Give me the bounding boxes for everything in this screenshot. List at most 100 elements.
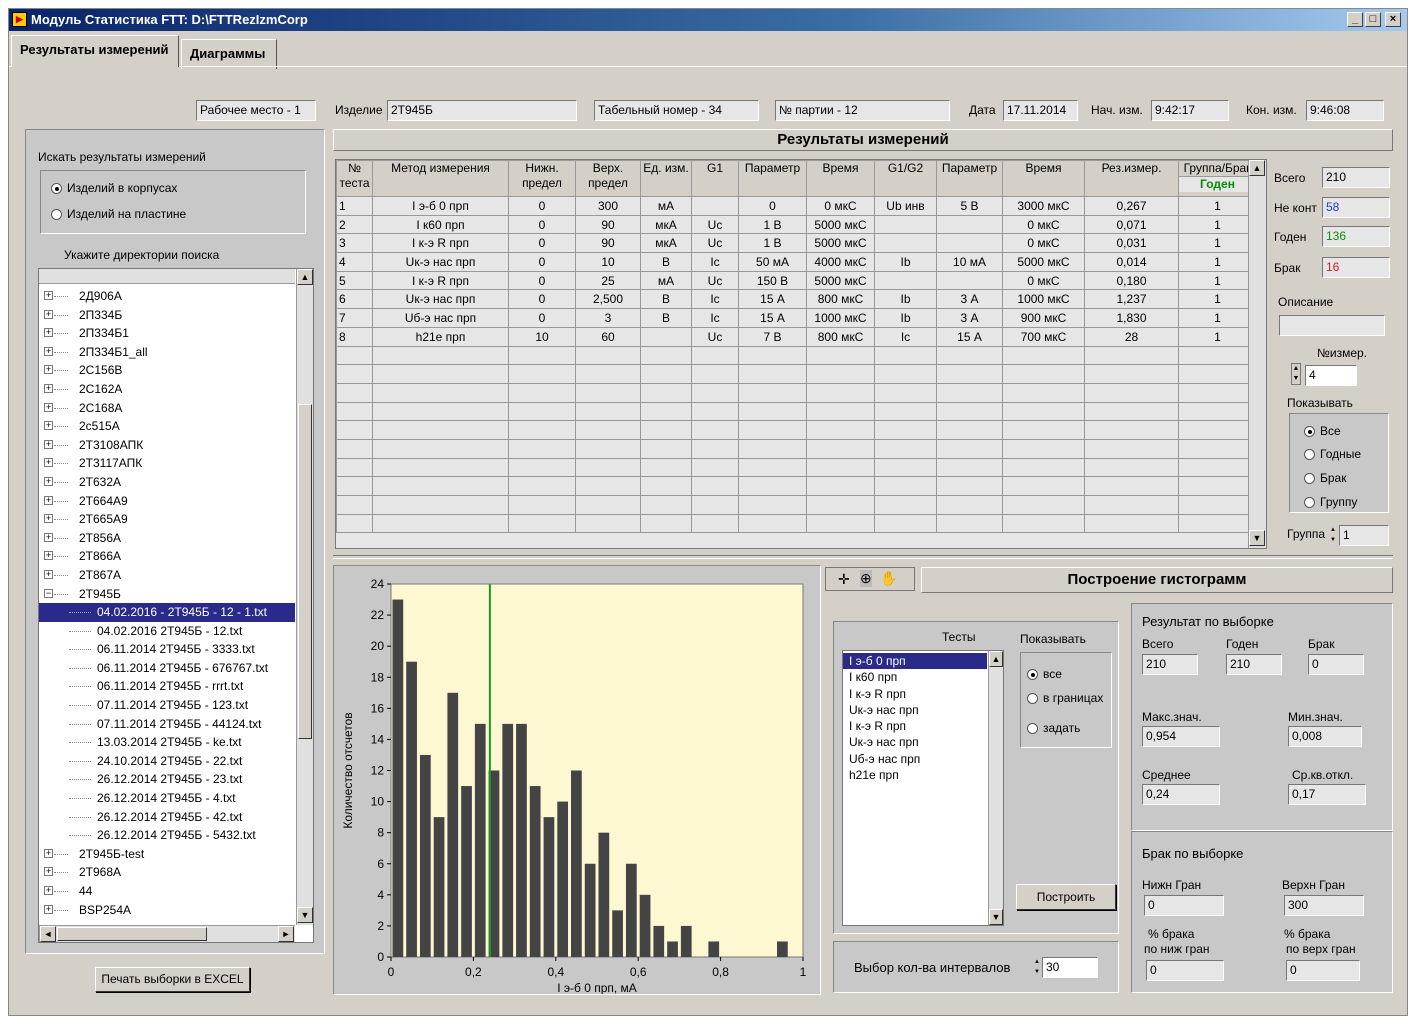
test-list-item[interactable]: I к60 прп bbox=[843, 669, 987, 685]
test-list-item[interactable]: Uк-э нас прп bbox=[843, 734, 987, 750]
table-row[interactable] bbox=[336, 513, 1257, 534]
tree-file-item[interactable]: 24.10.2014 2Т945Б - 22.txt bbox=[39, 752, 295, 771]
hand-icon[interactable]: ✋ bbox=[880, 570, 897, 587]
tree-folder-item[interactable]: +2П334Б bbox=[39, 306, 295, 325]
zoom-icon[interactable]: ⊕ bbox=[860, 570, 872, 587]
table-row[interactable] bbox=[336, 382, 1257, 403]
tree-file-item[interactable]: 06.11.2014 2Т945Б - rrrt.txt bbox=[39, 677, 295, 696]
table-row[interactable]: 1I э-б 0 прп 0 300 мА 0 0 мкС Ub инв 5 В 3000 мк… bbox=[336, 196, 1257, 216]
tree-folder-item[interactable]: +2Т664А9 bbox=[39, 492, 295, 511]
expand-icon[interactable]: + bbox=[44, 476, 53, 486]
hist-bounds-radio[interactable] bbox=[1027, 693, 1038, 704]
tree-folder-item[interactable]: +2Т3108АПК bbox=[39, 436, 295, 455]
low-bound-field[interactable]: 0 bbox=[1144, 895, 1224, 916]
tab-diagrams[interactable]: Диаграммы bbox=[181, 39, 277, 69]
hist-set-radio[interactable] bbox=[1027, 723, 1038, 734]
tree-folder-item[interactable]: +2Т867А bbox=[39, 566, 295, 585]
table-row[interactable]: 7 Uб-э нас прп 0 3 В Ic 15 А 1000 мкС Ib 3 А 900 м… bbox=[336, 308, 1257, 328]
table-row[interactable]: 2I к60 прп 0 90 мкА Uc 1 В 5000 мкС 0 мкС 0,071 1 bbox=[336, 214, 1257, 235]
expand-icon[interactable]: + bbox=[44, 421, 53, 431]
table-row[interactable]: 4 Uк-э нас прп 0 10 В Ic 50 мА 4000 мкС Ib 10 мА 5… bbox=[336, 252, 1257, 272]
table-row[interactable] bbox=[336, 457, 1257, 478]
tree-folder-item[interactable]: +2Т866А bbox=[39, 547, 295, 566]
group-input[interactable]: 1 bbox=[1339, 525, 1389, 546]
results-scroll-down-icon[interactable]: ▼ bbox=[1249, 530, 1265, 546]
show-group-radio[interactable] bbox=[1304, 497, 1315, 508]
test-list-item[interactable]: I к-э R прп bbox=[843, 686, 987, 702]
build-button[interactable]: Построить bbox=[1016, 884, 1116, 910]
table-row[interactable]: 8 h21е прп 10 60 Uc 7 В 800 мкС Ic 15 А 700 мкС 28… bbox=[336, 326, 1257, 347]
tree-folder-item[interactable]: +2П334Б1_all bbox=[39, 343, 295, 362]
table-row[interactable] bbox=[336, 345, 1257, 366]
table-row[interactable] bbox=[336, 364, 1257, 384]
table-row[interactable] bbox=[336, 476, 1257, 496]
tree-file-item[interactable]: 26.12.2014 2Т945Б - 5432.txt bbox=[39, 826, 295, 845]
scroll-right-icon[interactable]: ► bbox=[278, 926, 294, 942]
expand-icon[interactable]: + bbox=[44, 867, 53, 877]
expand-icon[interactable]: + bbox=[44, 848, 53, 858]
scroll-down-icon[interactable]: ▼ bbox=[297, 907, 313, 923]
expand-icon[interactable]: + bbox=[44, 569, 53, 579]
tree-hscroll[interactable]: ◄ ► bbox=[39, 925, 295, 942]
meas-spinner-icon[interactable]: ▲ ▼ bbox=[1291, 363, 1301, 385]
tree-folder-item[interactable]: +2С168А bbox=[39, 399, 295, 418]
tree-folder-item[interactable]: + BSP254A bbox=[39, 901, 295, 920]
test-list-item[interactable]: Uк-э нас прп bbox=[843, 702, 987, 718]
tree-file-item[interactable]: 04.02.2016 2Т945Б - 12.txt bbox=[39, 622, 295, 641]
expand-icon[interactable]: + bbox=[44, 291, 53, 300]
radio-cases[interactable] bbox=[51, 183, 62, 194]
scroll-thumb[interactable] bbox=[298, 404, 312, 739]
tree-file-item[interactable]: 07.11.2014 2Т945Б - 123.txt bbox=[39, 696, 295, 715]
tree-folder-item[interactable]: − 2Т945Б bbox=[39, 585, 295, 604]
tree-folder-item[interactable]: +2с515А bbox=[39, 417, 295, 436]
tree-folder-item[interactable]: +2Т3117АПК bbox=[39, 454, 295, 473]
table-row[interactable]: 6 Uк-э нас прп 0 2,500 В Ic 15 А 800 мкС Ib 3 А 10… bbox=[336, 289, 1257, 310]
expand-icon[interactable]: + bbox=[44, 383, 53, 393]
table-row[interactable] bbox=[336, 495, 1257, 515]
expand-icon[interactable]: + bbox=[44, 458, 53, 468]
expand-icon[interactable]: + bbox=[44, 309, 53, 319]
close-button[interactable]: × bbox=[1385, 12, 1401, 27]
tree-folder-item[interactable]: +44 bbox=[39, 882, 295, 901]
hscroll-thumb[interactable] bbox=[57, 927, 207, 941]
tree-vscroll[interactable]: ▲ ▼ bbox=[296, 269, 313, 925]
expand-icon[interactable]: + bbox=[44, 551, 53, 561]
hist-all-radio[interactable] bbox=[1027, 669, 1038, 680]
splitter[interactable] bbox=[333, 555, 1393, 559]
collapse-icon[interactable]: − bbox=[44, 588, 53, 598]
table-row[interactable] bbox=[336, 401, 1257, 422]
expand-icon[interactable]: + bbox=[44, 904, 53, 914]
show-all-radio[interactable] bbox=[1304, 426, 1315, 437]
meas-input[interactable]: 4 bbox=[1305, 365, 1357, 386]
tree-folder-item[interactable]: +2Т945Б-test bbox=[39, 845, 295, 864]
scroll-left-icon[interactable]: ◄ bbox=[40, 926, 56, 942]
tree-folder-item[interactable]: +2П334Б1 bbox=[39, 324, 295, 343]
tree-folder-item[interactable]: +2С156В bbox=[39, 361, 295, 380]
tree-folder-item[interactable]: +2Д906А bbox=[39, 287, 295, 306]
test-list-item[interactable]: Uб-э нас прп bbox=[843, 751, 987, 767]
tests-scroll-down-icon[interactable]: ▼ bbox=[989, 909, 1003, 925]
expand-icon[interactable]: + bbox=[44, 402, 53, 412]
radio-wafer[interactable] bbox=[51, 209, 62, 220]
tree-file-item[interactable]: 06.11.2014 2Т945Б - 676767.txt bbox=[39, 659, 295, 678]
high-bound-field[interactable]: 300 bbox=[1284, 895, 1364, 916]
results-scroll-up-icon[interactable]: ▲ bbox=[1249, 160, 1265, 176]
tree-file-item[interactable]: 13.03.2014 2Т945Б - ke.txt bbox=[39, 733, 295, 752]
show-good-radio[interactable] bbox=[1304, 449, 1315, 460]
tree-file-item[interactable]: 26.12.2014 2Т945Б - 4.txt bbox=[39, 789, 295, 808]
tree-folder-item[interactable]: +2Т856А bbox=[39, 529, 295, 548]
tree-folder-item[interactable]: +2Т632А bbox=[39, 473, 295, 492]
intervals-spinner-icon[interactable]: ▲ ▼ bbox=[1034, 957, 1042, 977]
expand-icon[interactable]: + bbox=[44, 514, 53, 524]
tree-folder-item[interactable]: +2Т968А bbox=[39, 863, 295, 882]
expand-icon[interactable]: + bbox=[44, 346, 53, 356]
tests-vscroll[interactable]: ▲ ▼ bbox=[988, 651, 1003, 925]
expand-icon[interactable]: + bbox=[44, 532, 53, 542]
tests-list[interactable]: I э-б 0 прп I к60 прп I к-э R прп Uк-э нас … bbox=[842, 650, 1004, 926]
table-row[interactable]: 5I к-э R прп 0 25 мА Uc 150 В 5000 мкС 0 мкС 0,1… bbox=[336, 270, 1257, 291]
directory-tree[interactable]: +2Д906А +2П334Б +2П334Б1 +2П334Б1_all +2С156… bbox=[38, 268, 314, 943]
tab-results[interactable]: Результаты измерений bbox=[11, 35, 179, 67]
expand-icon[interactable]: + bbox=[44, 439, 53, 449]
tests-scroll-up-icon[interactable]: ▲ bbox=[989, 651, 1003, 667]
crosshair-icon[interactable]: ✛ bbox=[838, 571, 850, 588]
